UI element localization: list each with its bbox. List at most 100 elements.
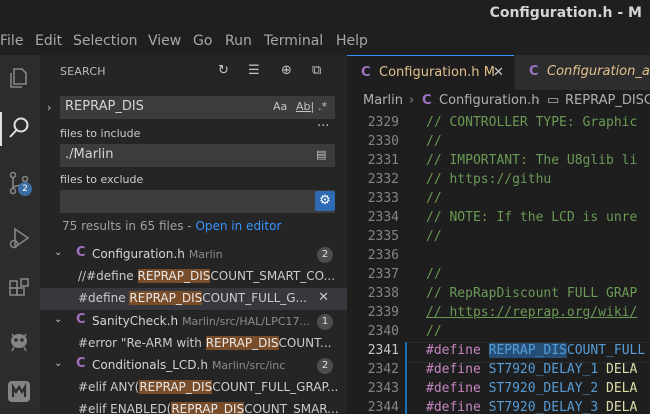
marlin-logo-icon — [8, 381, 30, 402]
tab-configuration-adv[interactable]: C Configuration_adv — [515, 55, 650, 90]
explorer-button[interactable] — [0, 57, 40, 97]
open-in-editor-link[interactable]: Open in editor — [195, 219, 281, 233]
match-suffix: COUNT_SMAR... — [244, 402, 339, 414]
menu-selection[interactable]: Selection — [73, 33, 138, 49]
match-suffix: COUNT_SMART_CO... — [210, 269, 336, 283]
use-exclude-settings-icon[interactable]: ⚙ — [315, 191, 335, 211]
result-match-row[interactable]: //#define REPRAP_DISCOUNT_SMART_CO... — [40, 266, 347, 288]
c-file-icon: C — [529, 64, 539, 79]
result-match-row[interactable]: #elif ENABLED(REPRAP_DISCOUNT_SMAR... — [40, 399, 347, 414]
code-line[interactable]: 2340 // — [347, 324, 650, 343]
close-tab-icon[interactable]: ✕ — [493, 65, 504, 80]
code-line[interactable]: 2338 // RepRapDiscount FULL GRAP — [347, 286, 650, 305]
more-options-icon[interactable]: ··· — [317, 119, 329, 134]
match-highlight: REPRAP_DIS — [129, 291, 203, 305]
line-number: 2344 — [367, 400, 399, 414]
result-file-path: Marlin/src/HAL/LPC17... — [182, 315, 310, 328]
toggle-replace-chevron-icon[interactable]: › — [47, 101, 51, 114]
result-file-conditionals-lcd-h[interactable]: ⌄ C Conditionals_LCD.h Marlin/src/inc 2 — [40, 355, 347, 377]
marlin-button[interactable] — [0, 370, 40, 410]
keyword-define: #define — [426, 381, 481, 396]
match-prefix: #error "Re-ARM with — [78, 336, 206, 350]
match-case-icon[interactable]: Aa — [273, 100, 287, 113]
use-regex-icon[interactable]: .* — [318, 100, 327, 113]
macro-value: DELA — [606, 400, 638, 414]
code-line[interactable]: 2339 // https://reprap.org/wiki/ — [347, 305, 650, 324]
run-debug-button[interactable] — [0, 217, 40, 257]
code-line[interactable]: 2332 // https://githu — [347, 172, 650, 191]
line-text: // — [426, 267, 442, 282]
c-file-icon: C — [361, 65, 371, 80]
clear-results-icon[interactable]: ☰ — [248, 63, 260, 78]
match-highlight: REPRAP_DIS — [139, 380, 213, 394]
results-count-text: 75 results in 65 files - — [62, 219, 196, 233]
search-input[interactable]: REPRAP_DIS Aa Ab| .* — [60, 96, 335, 119]
menu-file[interactable]: File — [0, 33, 23, 49]
result-match-row-selected[interactable]: #define REPRAP_DISCOUNT_FULL_G... ✕ — [40, 288, 347, 310]
result-match-row[interactable]: #elif ANY(REPRAP_DISCOUNT_FULL_GRAP... — [40, 377, 347, 399]
alien-extension-button[interactable] — [0, 320, 40, 360]
tab-configuration-h[interactable]: C Configuration.h M ✕ — [347, 55, 514, 91]
breadcrumb-separator-icon: › — [409, 93, 415, 108]
extensions-button[interactable] — [0, 268, 40, 308]
line-number: 2339 — [367, 305, 399, 320]
code-line[interactable]: 2344 #define ST7920_DELAY_3 DELA — [347, 400, 650, 414]
result-file-sanitycheck-h[interactable]: ⌄ C SanityCheck.h Marlin/src/HAL/LPC17...… — [40, 311, 347, 333]
extensions-icon — [9, 278, 29, 296]
menu-terminal[interactable]: Terminal — [264, 33, 323, 49]
search-sidebar: SEARCH ↻ ☰ ⊕ ⧉ › REPRAP_DIS Aa Ab| .* fi… — [40, 55, 347, 414]
line-number: 2340 — [367, 324, 399, 339]
code-line[interactable]: 2336 — [347, 248, 650, 267]
files-to-include-input[interactable]: ./Marlin ▤ — [60, 144, 335, 167]
files-to-exclude-label: files to exclude — [60, 173, 144, 186]
code-line[interactable]: 2343 #define ST7920_DELAY_2 DELA — [347, 381, 650, 400]
menu-edit[interactable]: Edit — [35, 33, 62, 49]
files-to-exclude-input[interactable]: ⚙ — [60, 190, 335, 213]
code-line[interactable]: 2342 #define ST7920_DELAY_1 DELA — [347, 362, 650, 381]
menu-view[interactable]: View — [148, 33, 181, 49]
code-line[interactable]: 2337 // — [347, 267, 650, 286]
code-line-current[interactable]: 2341 #define REPRAP_DISCOUNT_FULL — [347, 343, 650, 362]
line-text: // — [426, 191, 442, 206]
files-to-include-value: ./Marlin — [65, 147, 114, 162]
dismiss-match-icon[interactable]: ✕ — [318, 290, 329, 305]
line-number: 2341 — [367, 343, 399, 358]
alien-icon — [11, 333, 27, 352]
breadcrumb-folder[interactable]: Marlin — [363, 93, 403, 108]
result-file-path: Marlin — [188, 248, 223, 261]
code-line[interactable]: 2333 // — [347, 191, 650, 210]
macro-value: DELA — [606, 381, 638, 396]
breadcrumb-symbol[interactable]: REPRAP_DISC — [565, 93, 650, 108]
menu-go[interactable]: Go — [193, 33, 212, 49]
line-text: // CONTROLLER TYPE: Graphic — [426, 115, 638, 130]
code-line[interactable]: 2330 // — [347, 134, 650, 153]
search-input-value: REPRAP_DIS — [65, 99, 144, 114]
refresh-icon[interactable]: ↻ — [218, 63, 229, 78]
search-icon — [9, 117, 29, 138]
line-number: 2336 — [367, 248, 399, 263]
match-whole-word-icon[interactable]: Ab| — [296, 100, 314, 113]
search-open-editors-icon[interactable]: ▤ — [316, 148, 326, 161]
code-line[interactable]: 2329 // CONTROLLER TYPE: Graphic — [347, 115, 650, 134]
macro-name: ST7920_DELAY_3 — [488, 400, 599, 414]
result-match-row[interactable]: #error "Re-ARM with REPRAP_DISCOUNT... — [40, 333, 347, 355]
search-button[interactable] — [0, 107, 40, 147]
code-line[interactable]: 2335 // — [347, 229, 650, 248]
source-control-badge: 2 — [18, 182, 32, 196]
collapse-all-icon[interactable]: ⧉ — [312, 63, 321, 78]
editor-area: C Configuration.h M ✕ C Configuration_ad… — [347, 55, 650, 414]
new-search-editor-icon[interactable]: ⊕ — [281, 63, 292, 78]
menu-run[interactable]: Run — [225, 33, 252, 49]
macro-name: ST7920_DELAY_2 — [488, 381, 599, 396]
line-number: 2329 — [367, 115, 399, 130]
c-file-icon: C — [76, 245, 86, 260]
result-file-configuration-h[interactable]: ⌄ C Configuration.h Marlin 2 — [40, 244, 347, 266]
code-line[interactable]: 2331 // IMPORTANT: The U8glib li — [347, 153, 650, 172]
source-control-button[interactable]: 2 — [0, 162, 40, 202]
breadcrumb-file[interactable]: Configuration.h — [439, 93, 540, 108]
code-line[interactable]: 2334 // NOTE: If the LCD is unre — [347, 210, 650, 229]
window-title: Configuration.h - M — [489, 5, 642, 21]
keyword-define: #define — [426, 400, 481, 414]
menu-help[interactable]: Help — [336, 33, 368, 49]
result-count-badge: 2 — [317, 358, 333, 374]
